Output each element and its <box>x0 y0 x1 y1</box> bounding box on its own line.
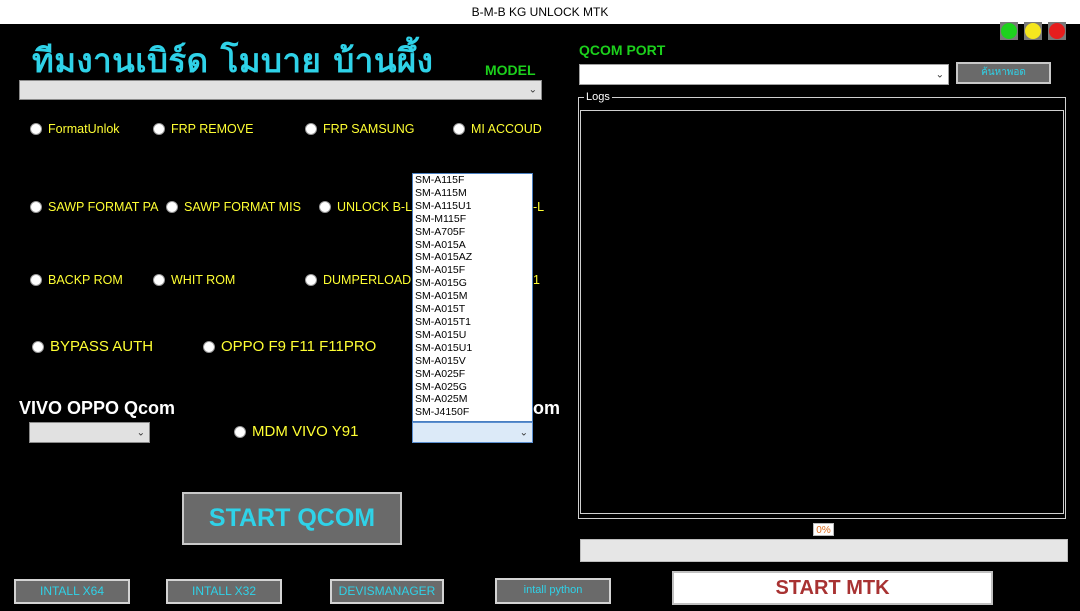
radio-label: BACKP ROM <box>48 273 123 287</box>
radio-circle-icon[interactable] <box>234 425 246 438</box>
radio-circle-icon[interactable] <box>305 274 317 286</box>
window-title: B-M-B KG UNLOCK MTK <box>471 5 609 19</box>
dropdown-option[interactable]: SM-A015V <box>413 355 532 368</box>
radio-format-unlok[interactable]: FormatUnlok <box>30 122 120 136</box>
dropdown-option[interactable]: SM-A115F <box>413 174 532 187</box>
samsung-qcom-heading: om <box>533 398 560 418</box>
dropdown-option[interactable]: SM-J4150F <box>413 406 532 419</box>
dropdown-option[interactable]: SM-A015U1 <box>413 342 532 355</box>
radio-circle-icon[interactable] <box>30 201 42 213</box>
radio-circle-icon[interactable] <box>453 123 465 135</box>
chevron-down-icon[interactable]: ⌄ <box>520 427 528 438</box>
dropdown-option[interactable]: SM-A015U <box>413 329 532 342</box>
progress-bar <box>580 539 1068 562</box>
intall-python-button[interactable]: intall python <box>495 578 611 604</box>
radio-label: BYPASS AUTH <box>50 338 154 355</box>
radio-circle-icon[interactable] <box>166 201 178 213</box>
radio-label: OPPO F9 F11 F11PRO <box>221 338 377 355</box>
status-light-green <box>1000 22 1018 40</box>
radio-label: DUMPERLOAD <box>323 273 412 287</box>
dropdown-option[interactable]: SM-A115U1 <box>413 200 532 213</box>
radio-circle-icon[interactable] <box>153 274 165 286</box>
radio-circle-icon[interactable] <box>203 340 215 353</box>
yellow-light-icon <box>1025 23 1041 39</box>
chevron-down-icon[interactable]: ⌄ <box>529 85 537 96</box>
radio-mdm-vivo[interactable]: MDM VIVO Y91 <box>234 423 358 440</box>
vivo-oppo-combobox[interactable]: ⌄ <box>29 422 150 443</box>
devismanager-button[interactable]: DEVISMANAGER <box>330 579 444 604</box>
radio-label: SAWP FORMAT PA <box>48 200 159 214</box>
samsung-model-dropdown[interactable]: SM-A115F SM-A115M SM-A115U1 SM-M115F SM-A705… <box>412 173 533 422</box>
logs-textarea[interactable] <box>580 110 1064 514</box>
radio-backp-rom[interactable]: BACKP ROM <box>30 273 123 287</box>
window-titlebar: B-M-B KG UNLOCK MTK <box>0 0 1080 24</box>
status-light-red <box>1048 22 1066 40</box>
intall-x32-button[interactable]: INTALL X32 <box>166 579 282 604</box>
start-qcom-button[interactable]: START QCOM <box>182 492 402 545</box>
dropdown-option[interactable]: SM-M115F <box>413 213 532 226</box>
logs-legend: Logs <box>584 91 612 103</box>
radio-circle-icon[interactable] <box>319 201 331 213</box>
dropdown-option[interactable]: SM-A015F <box>413 264 532 277</box>
model-combobox[interactable]: ⌄ <box>19 80 542 100</box>
samsung-model-combobox[interactable]: ⌄ <box>412 422 533 443</box>
model-label: MODEL <box>485 62 536 78</box>
intall-x64-button[interactable]: INTALL X64 <box>14 579 130 604</box>
radio-oppo-f9[interactable]: OPPO F9 F11 F11PRO <box>203 338 376 355</box>
radio-circle-icon[interactable] <box>153 123 165 135</box>
radio-frp-samsung[interactable]: FRP SAMSUNG <box>305 122 414 136</box>
dropdown-option[interactable]: SM-A015AZ <box>413 251 532 264</box>
dropdown-option[interactable]: SM-A705F <box>413 226 532 239</box>
radio-partial-1: 1 <box>533 273 540 287</box>
chevron-down-icon[interactable]: ⌄ <box>936 69 944 80</box>
radio-bypass-auth[interactable]: BYPASS AUTH <box>32 338 153 355</box>
radio-mi-accoud[interactable]: MI ACCOUD <box>453 122 542 136</box>
radio-partial-bl: -L <box>533 200 544 214</box>
radio-label: -L <box>533 200 545 214</box>
progress-percent: 0% <box>813 523 834 536</box>
radio-circle-icon[interactable] <box>305 123 317 135</box>
start-mtk-button[interactable]: START MTK <box>672 571 993 605</box>
search-port-button[interactable]: ค้นหาพอด <box>956 62 1051 84</box>
radio-label: 1 <box>533 273 540 287</box>
dropdown-option[interactable]: SM-A115M <box>413 187 532 200</box>
red-light-icon <box>1049 23 1065 39</box>
dropdown-option[interactable]: SM-A025M <box>413 393 532 406</box>
radio-label: FRP REMOVE <box>171 122 254 136</box>
radio-circle-icon[interactable] <box>30 123 42 135</box>
radio-label: WHIT ROM <box>171 273 236 287</box>
green-light-icon <box>1001 23 1017 39</box>
dropdown-option[interactable]: SM-A015A <box>413 239 532 252</box>
qcom-port-label: QCOM PORT <box>579 42 666 58</box>
radio-sawp-format-mis[interactable]: SAWP FORMAT MIS <box>166 200 301 214</box>
radio-dumperload[interactable]: DUMPERLOAD <box>305 273 411 287</box>
radio-label: FormatUnlok <box>48 122 120 136</box>
radio-label: UNLOCK B-L <box>337 200 413 214</box>
dropdown-option[interactable]: SM-A025F <box>413 368 532 381</box>
radio-sawp-format-pa[interactable]: SAWP FORMAT PA <box>30 200 158 214</box>
radio-circle-icon[interactable] <box>30 274 42 286</box>
radio-label: MDM VIVO Y91 <box>252 423 359 440</box>
radio-label: SAWP FORMAT MIS <box>184 200 301 214</box>
dropdown-option[interactable]: SM-A015T1 <box>413 316 532 329</box>
radio-label: MI ACCOUD <box>471 122 542 136</box>
radio-unlock-bl[interactable]: UNLOCK B-L <box>319 200 412 214</box>
vivo-oppo-qcom-heading: VIVO OPPO Qcom <box>19 398 176 418</box>
radio-frp-remove[interactable]: FRP REMOVE <box>153 122 253 136</box>
radio-whit-rom[interactable]: WHIT ROM <box>153 273 235 287</box>
qcom-port-combobox[interactable]: ⌄ <box>579 64 949 85</box>
dropdown-option[interactable]: SM-A015T <box>413 303 532 316</box>
dropdown-option[interactable]: SM-A015G <box>413 277 532 290</box>
dropdown-option[interactable]: SM-A015M <box>413 290 532 303</box>
status-light-yellow <box>1024 22 1042 40</box>
radio-circle-icon[interactable] <box>32 340 44 353</box>
radio-label: FRP SAMSUNG <box>323 122 415 136</box>
dropdown-option[interactable]: SM-A025G <box>413 381 532 394</box>
chevron-down-icon[interactable]: ⌄ <box>137 427 145 438</box>
